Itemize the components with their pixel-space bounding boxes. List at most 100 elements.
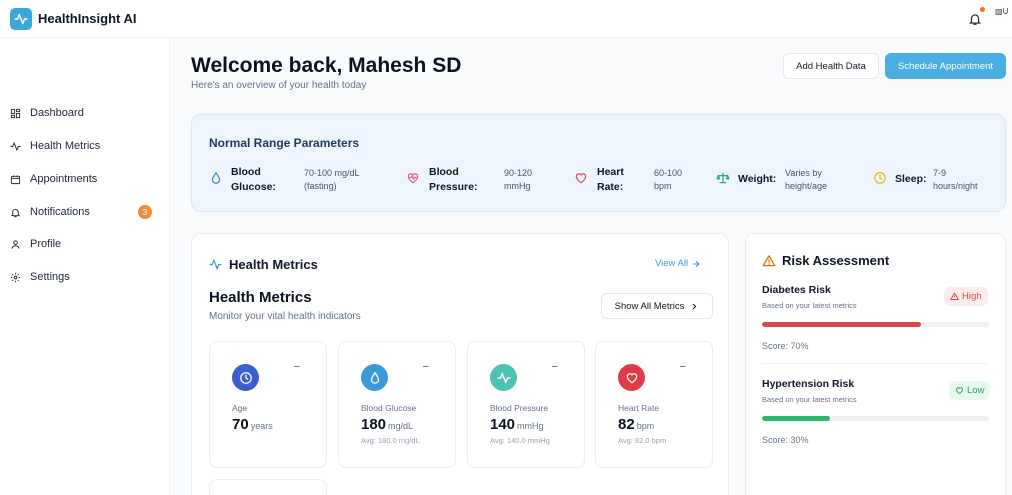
risk-name: Diabetes Risk xyxy=(762,284,831,296)
metric-card-blood-glucose[interactable]: – Blood Glucose 180 mg/dL Avg: 180.0 mg/d… xyxy=(338,341,456,468)
risk-assessment-card: Risk Assessment Diabetes Risk Based on y… xyxy=(745,233,1006,495)
range-value: 60-100 bpm xyxy=(654,168,683,191)
droplet-icon xyxy=(370,371,379,384)
alert-triangle-icon xyxy=(950,292,959,300)
clock-icon xyxy=(874,172,886,184)
metric-value: 140 mmHg xyxy=(490,416,544,433)
app-logo[interactable] xyxy=(10,8,32,30)
range-value: 90-120 mmHg xyxy=(504,168,533,191)
metric-trend: – xyxy=(680,361,686,372)
sidebar-item-label: Health Metrics xyxy=(30,140,101,152)
metric-average: Avg: 82.0 bpm xyxy=(618,436,667,445)
sidebar-item-profile[interactable]: Profile xyxy=(10,235,160,253)
metric-card-blood-pressure[interactable]: – Blood Pressure 140 mmHg Avg: 140.0 mmHg xyxy=(467,341,585,468)
notification-dot xyxy=(980,7,985,12)
sidebar-item-notifications[interactable]: Notifications 3 xyxy=(10,203,160,221)
range-heart-rate: Heart Rate: 60-100 bpm xyxy=(574,165,704,195)
risk-score-bar xyxy=(762,322,989,327)
health-metrics-card: Health Metrics View All Health Metrics M… xyxy=(191,233,729,495)
range-label: Blood Pressure: xyxy=(429,166,478,193)
risk-level-badge: Low xyxy=(949,381,991,400)
metric-label: Heart Rate xyxy=(618,403,660,413)
metric-average: Avg: 140.0 mmHg xyxy=(490,436,550,445)
metric-trend: – xyxy=(423,361,429,372)
section-title: Health Metrics xyxy=(209,289,312,306)
range-value: 7-9 hours/night xyxy=(933,168,978,191)
health-metrics-heading: Health Metrics xyxy=(209,257,318,272)
notification-count-badge: 3 xyxy=(138,205,152,219)
risk-score-bar xyxy=(762,416,989,421)
range-value: Varies by height/age xyxy=(785,168,828,191)
metric-value: 180 mg/dL xyxy=(361,416,414,433)
sidebar-item-label: Appointments xyxy=(30,173,98,185)
metric-icon xyxy=(232,364,259,391)
metric-label: Blood Glucose xyxy=(361,403,417,413)
normal-range-panel: Normal Range Parameters Blood Glucose: 70… xyxy=(191,114,1006,212)
clock-icon xyxy=(239,371,252,384)
range-sleep: Sleep: 7-9 hours/night xyxy=(873,165,993,195)
sidebar-item-settings[interactable]: Settings xyxy=(10,268,160,286)
metric-card-heart-rate[interactable]: – Heart Rate 82 bpm Avg: 82.0 bpm xyxy=(595,341,713,468)
metric-icon xyxy=(490,364,517,391)
section-subtitle: Monitor your vital health indicators xyxy=(209,311,361,322)
metric-card-age[interactable]: – Age 70 years xyxy=(209,341,327,468)
range-blood-pressure: Blood Pressure: 90-120 mmHg xyxy=(406,165,556,195)
droplet-icon xyxy=(211,171,221,184)
range-label: Blood Glucose: xyxy=(231,166,276,193)
avatar[interactable]: ▨U xyxy=(995,7,1008,16)
page-subtitle: Here's an overview of your health today xyxy=(191,80,367,91)
risk-score-text: Score: 30% xyxy=(762,435,809,445)
range-label: Heart Rate: xyxy=(597,166,624,193)
divider xyxy=(762,363,989,364)
risk-note: Based on your latest metrics xyxy=(762,395,857,404)
chevron-right-icon xyxy=(693,303,697,309)
show-all-metrics-button[interactable]: Show All Metrics xyxy=(601,293,713,319)
metric-icon xyxy=(618,364,645,391)
range-label: Weight: xyxy=(738,173,777,185)
metric-trend: – xyxy=(552,361,558,372)
calendar-icon xyxy=(10,174,21,184)
sidebar-item-appointments[interactable]: Appointments xyxy=(10,170,160,188)
activity-icon xyxy=(209,259,222,270)
risk-score-text: Score: 70% xyxy=(762,341,809,351)
normal-range-title: Normal Range Parameters xyxy=(209,136,360,150)
sidebar-item-label: Profile xyxy=(30,238,62,250)
metric-card[interactable] xyxy=(209,479,327,495)
sidebar-item-health-metrics[interactable]: Health Metrics xyxy=(10,137,160,155)
gear-icon xyxy=(10,272,21,282)
sidebar-item-dashboard[interactable]: Dashboard xyxy=(10,104,160,122)
range-label: Sleep: xyxy=(895,173,927,185)
risk-score-fill xyxy=(762,322,921,327)
activity-icon xyxy=(10,141,21,151)
risk-level-badge: High xyxy=(944,287,988,306)
bell-icon[interactable] xyxy=(968,11,982,27)
view-all-link[interactable]: View All xyxy=(655,258,701,269)
metric-value: 70 years xyxy=(232,416,273,433)
risk-score-fill xyxy=(762,416,831,421)
scale-icon xyxy=(716,172,730,184)
metric-label: Age xyxy=(232,403,248,413)
range-blood-glucose: Blood Glucose: 70-100 mg/dL (fasting) xyxy=(209,165,389,195)
heart-icon xyxy=(626,372,637,383)
heart-pulse-icon xyxy=(407,173,419,184)
bell-icon xyxy=(10,208,21,217)
sidebar-item-label: Notifications xyxy=(30,206,90,218)
arrow-right-icon xyxy=(692,260,700,267)
add-health-data-button[interactable]: Add Health Data xyxy=(783,53,879,79)
page-title: Welcome back, Mahesh SD xyxy=(191,54,462,77)
sidebar-item-label: Dashboard xyxy=(30,107,84,119)
metric-average: Avg: 180.0 mg/dL xyxy=(361,436,420,445)
metric-trend: – xyxy=(294,361,300,372)
range-weight: Weight: Varies by height/age xyxy=(716,165,866,195)
metric-value: 82 bpm xyxy=(618,416,655,433)
metric-icon xyxy=(361,364,388,391)
risk-name: Hypertension Risk xyxy=(762,378,855,390)
schedule-appointment-button[interactable]: Schedule Appointment xyxy=(885,53,1006,79)
risk-note: Based on your latest metrics xyxy=(762,301,857,310)
activity-icon xyxy=(496,372,511,383)
top-bar: HealthInsight AI ▨U xyxy=(0,0,1012,38)
grid-icon xyxy=(10,108,21,118)
activity-icon xyxy=(14,13,28,25)
heart-icon xyxy=(956,387,963,394)
range-value: 70-100 mg/dL (fasting) xyxy=(304,168,360,191)
